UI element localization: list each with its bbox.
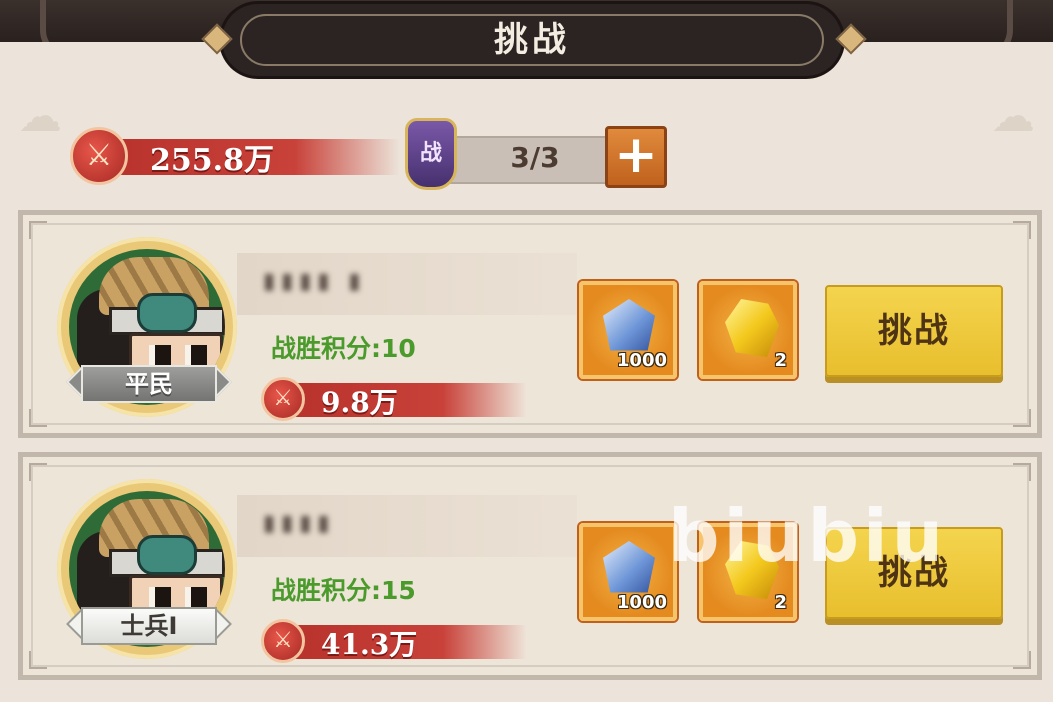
- corner-ornament: [1013, 409, 1031, 427]
- sword-power-icon: ⚔: [70, 127, 128, 185]
- add-tickets-button[interactable]: +: [605, 126, 667, 188]
- win-score: 战胜积分:15: [271, 576, 416, 605]
- player-power: ⚔ 255.8万: [70, 125, 400, 189]
- rank-tip-icon: [198, 607, 232, 641]
- opponent-power: ⚔ 41.3万: [261, 617, 541, 667]
- corner-ornament: [1013, 463, 1031, 481]
- reward-crystal[interactable]: 1000: [579, 281, 677, 379]
- cloud-ornament-left-icon: ☁: [18, 91, 62, 142]
- cloud-ornament-right-icon: ☁: [991, 91, 1035, 142]
- page-title: 挑战: [494, 20, 570, 60]
- rank-label: 士兵Ⅰ: [120, 612, 178, 640]
- corner-ornament: [1013, 221, 1031, 239]
- rank-badge: 平民: [66, 361, 232, 407]
- opponent-power: ⚔ 9.8万: [261, 375, 541, 425]
- reward-quantity: 2: [774, 592, 787, 613]
- corner-ornament: [29, 409, 47, 427]
- win-score: 战胜积分:10: [271, 334, 416, 363]
- reward-quantity: 2: [774, 350, 787, 371]
- gold-ore-icon: [725, 299, 779, 357]
- name-bar: [237, 495, 577, 557]
- sword-power-icon: ⚔: [261, 377, 305, 421]
- crystal-icon: [603, 299, 655, 351]
- opponent-power-value: 41.3万: [321, 628, 418, 661]
- rank-badge: 士兵Ⅰ: [66, 603, 232, 649]
- opponent-avatar-frame[interactable]: [57, 237, 237, 417]
- opponent-avatar-frame[interactable]: [57, 479, 237, 659]
- rank-tip-icon: [66, 607, 100, 641]
- opponent-name: ▮▮▮▮ ▮: [263, 269, 367, 294]
- crystal-icon: [603, 541, 655, 593]
- watermark: biubiu: [668, 494, 947, 578]
- reward-quantity: 1000: [616, 350, 667, 371]
- opponent-card-1: 平民 ▮▮▮▮ ▮ 战胜积分:10 ⚔ 9.8万 1000 2 挑战: [18, 210, 1042, 438]
- sword-power-icon: ⚔: [261, 619, 305, 663]
- reward-quantity: 1000: [616, 592, 667, 613]
- opponent-avatar: [69, 491, 225, 647]
- corner-ornament: [29, 651, 47, 669]
- rank-tip-icon: [198, 365, 232, 399]
- challenge-button[interactable]: 挑战: [825, 285, 1003, 377]
- challenge-panel: ☁ ☁ ⚔ 255.8万 3/3 战 + 平民 ▮▮▮▮ ▮ 战胜积分:10 ⚔…: [0, 42, 1053, 702]
- corner-ornament: [1013, 651, 1031, 669]
- reward-gold-ore[interactable]: 2: [699, 281, 797, 379]
- title-banner: 挑战: [222, 4, 842, 76]
- rank-tip-icon: [66, 365, 100, 399]
- corner-ornament: [29, 221, 47, 239]
- challenge-tickets: 3/3 战 +: [405, 118, 675, 194]
- opponent-power-value: 9.8万: [321, 386, 398, 419]
- opponent-avatar: [69, 249, 225, 405]
- player-power-value: 255.8万: [150, 143, 274, 178]
- opponent-name: ▮▮▮▮: [263, 511, 336, 536]
- name-bar: [237, 253, 577, 315]
- battle-ticket-icon: 战: [405, 118, 457, 190]
- corner-ornament: [29, 463, 47, 481]
- reward-crystal[interactable]: 1000: [579, 523, 677, 621]
- rank-label: 平民: [125, 370, 173, 398]
